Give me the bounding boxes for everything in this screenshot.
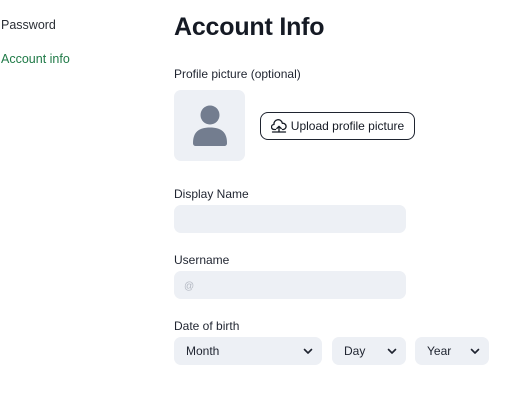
chevron-down-icon: [470, 348, 480, 354]
birth-year-select[interactable]: Year: [415, 337, 489, 365]
display-name-input[interactable]: [174, 205, 406, 233]
date-of-birth-label: Date of birth: [174, 319, 240, 333]
account-info-panel: Account Info Profile picture (optional) …: [174, 0, 514, 400]
upload-button-label: Upload profile picture: [290, 119, 405, 133]
username-label: Username: [174, 253, 230, 267]
birth-month-value: Month: [186, 344, 220, 358]
birth-year-value: Year: [427, 344, 452, 358]
account-settings-page: Password Account info Account Info Profi…: [0, 0, 520, 400]
user-icon: [193, 105, 227, 146]
birth-day-value: Day: [344, 344, 366, 358]
username-input[interactable]: [174, 271, 406, 299]
upload-icon: [270, 119, 287, 133]
sidebar-item-password[interactable]: Password: [1, 18, 56, 32]
page-title: Account Info: [174, 13, 325, 41]
chevron-down-icon: [387, 348, 397, 354]
sidebar-item-account-info[interactable]: Account info: [1, 52, 70, 66]
chevron-down-icon: [303, 348, 313, 354]
avatar: [174, 90, 245, 161]
birth-month-select[interactable]: Month: [174, 337, 322, 365]
birth-day-select[interactable]: Day: [332, 337, 406, 365]
profile-picture-label: Profile picture (optional): [174, 67, 301, 81]
upload-profile-picture-button[interactable]: Upload profile picture: [260, 112, 415, 140]
display-name-label: Display Name: [174, 187, 249, 201]
